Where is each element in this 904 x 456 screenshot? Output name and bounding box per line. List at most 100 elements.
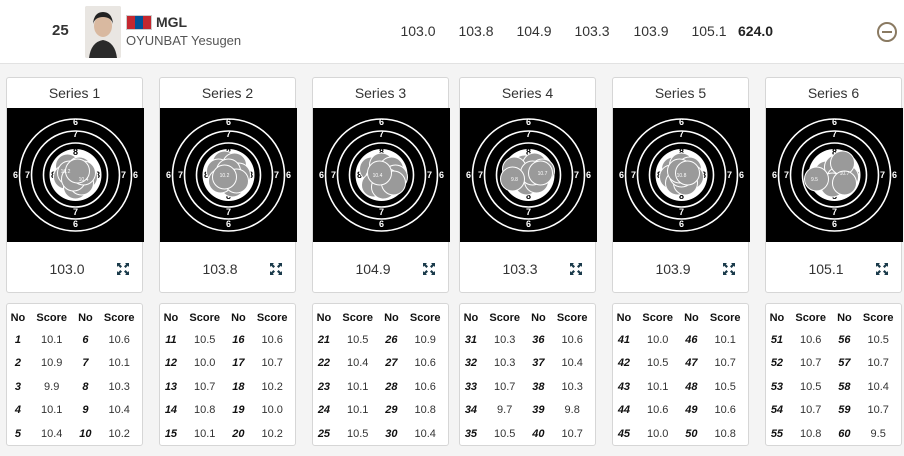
expand-arrows-icon[interactable] — [269, 262, 283, 276]
column-header-no: No — [684, 312, 699, 324]
shot-score: 10.2 — [261, 380, 283, 393]
shot-score: 10.1 — [40, 404, 63, 417]
column-header-score: Score — [103, 312, 135, 324]
shot-score: 10.5 — [714, 380, 736, 393]
shot-number: 56 — [838, 333, 851, 346]
minus-circle-icon[interactable] — [877, 22, 897, 42]
ring-label: 6 — [379, 117, 384, 127]
ring-label: 6 — [679, 219, 684, 229]
shot-score: 10.6 — [261, 333, 283, 346]
shot-score: 10.7 — [867, 404, 889, 417]
shot-score: 10.8 — [799, 427, 822, 440]
expand-arrows-icon[interactable] — [569, 262, 583, 276]
shot-score: 10.7 — [261, 357, 283, 370]
column-header-score: Score — [642, 312, 673, 324]
ring-label: 7 — [679, 207, 684, 217]
shot-score: 10.1 — [40, 333, 63, 346]
column-header-score: Score — [489, 312, 520, 324]
ring-label: 6 — [772, 170, 777, 180]
shot-number: 13 — [164, 380, 178, 393]
shot-number: 27 — [385, 357, 398, 370]
ring-label: 7 — [526, 129, 531, 139]
column-header-score: Score — [709, 312, 741, 324]
shot-score: 9.7 — [497, 404, 513, 417]
shot-score: 10.1 — [346, 380, 369, 393]
expand-arrows-icon[interactable] — [422, 262, 436, 276]
flag-stripe — [127, 16, 135, 29]
shots-table: No Score No Score 31 10.3 36 10.6 32 10.3 37 10.4 33… — [460, 304, 595, 446]
ring-label: 7 — [574, 170, 579, 180]
shot-score: 10.9 — [40, 357, 63, 370]
ring-label: 6 — [466, 170, 471, 180]
total-score: 624.0 — [738, 23, 774, 39]
ring-label: 6 — [439, 170, 444, 180]
shot-number: 6 — [82, 333, 89, 346]
target-container: 67676767888810.4 — [313, 108, 450, 242]
shot-score: 10.6 — [799, 333, 822, 346]
expand-arrows-icon[interactable] — [875, 262, 889, 276]
shot-score: 10.3 — [493, 357, 516, 370]
column-header-score: Score — [342, 312, 373, 324]
shot-hole-label: 9.8 — [511, 177, 518, 183]
shot-score: 10.2 — [108, 427, 130, 440]
shots-table-3: No Score No Score 21 10.5 26 10.9 22 10.4 27 10.6 23… — [312, 303, 449, 446]
shots-table-5: No Score No Score 41 10.0 46 10.1 42 10.5 47 10.7 43… — [612, 303, 749, 446]
shot-score: 10.5 — [646, 357, 669, 370]
table-row: 5 10.4 10 10.2 — [7, 422, 142, 446]
table-row: 22 10.4 27 10.6 — [313, 352, 448, 376]
ring-label: 6 — [892, 170, 897, 180]
table-row: 1 10.1 6 10.6 — [7, 328, 142, 352]
series-title: Series 4 — [501, 85, 554, 101]
table-row: 33 10.7 38 10.3 — [460, 375, 595, 399]
shot-score: 9.9 — [44, 380, 60, 393]
table-row: 24 10.1 29 10.8 — [313, 399, 448, 423]
ring-label: 7 — [727, 170, 732, 180]
target-container: 6767676788889.810.7 — [460, 108, 597, 242]
shot-hole-label: 9.5 — [811, 177, 818, 183]
shot-score: 10.4 — [346, 357, 369, 370]
column-header-score: Score — [795, 312, 826, 324]
ring-label: 6 — [286, 170, 291, 180]
expand-arrows-icon[interactable] — [116, 262, 130, 276]
shot-number: 57 — [838, 357, 851, 370]
shot-number: 45 — [617, 427, 631, 440]
shot-number: 37 — [532, 357, 545, 370]
table-row: 43 10.1 48 10.5 — [613, 375, 748, 399]
series-total: 104.9 — [355, 261, 391, 277]
series-score-4: 103.3 — [574, 23, 610, 39]
shot-number: 3 — [14, 380, 21, 393]
shot-number: 9 — [82, 404, 89, 417]
table-row: 34 9.7 39 9.8 — [460, 399, 595, 423]
series-title: Series 1 — [48, 85, 101, 101]
shot-number: 20 — [232, 427, 245, 440]
shot-number: 51 — [770, 333, 784, 346]
series-score-2: 103.8 — [458, 23, 494, 39]
target-face: 6767676788889.810.7 — [460, 108, 597, 242]
target-container: 67676767888810.8 — [613, 108, 750, 242]
column-header-no: No — [384, 312, 399, 324]
shot-number: 40 — [532, 427, 545, 440]
shot-hole-label: 10.8 — [677, 173, 687, 179]
shot-score: 9.8 — [564, 404, 580, 417]
shot-number: 14 — [164, 404, 178, 417]
series-card-5: Series 5 67676767888810.8 103.9 — [612, 77, 750, 293]
table-row: 51 10.6 56 10.5 — [766, 328, 901, 352]
series-score-6: 105.1 — [691, 23, 727, 39]
shot-number: 26 — [385, 333, 398, 346]
shot-number: 44 — [617, 404, 631, 417]
series-card-6: Series 66767676788889.510.7105.1 — [765, 77, 903, 293]
ring-label: 6 — [619, 170, 624, 180]
shot-number: 18 — [232, 380, 245, 393]
expand-arrows-icon[interactable] — [722, 262, 736, 276]
series-card-2: Series 2 67676767888810.2 103.8 — [159, 77, 297, 293]
table-row: 11 10.5 16 10.6 — [160, 328, 295, 352]
series-title: Series 6 — [807, 85, 860, 101]
shot-number: 55 — [770, 427, 784, 440]
shot-score: 10.0 — [646, 333, 669, 346]
series-score-5: 103.9 — [633, 23, 669, 39]
table-row: 55 10.8 60 9.5 — [766, 422, 901, 446]
series-total: 103.0 — [49, 261, 85, 277]
ring-label: 7 — [331, 170, 336, 180]
shot-number: 10 — [79, 427, 92, 440]
shot-number: 5 — [14, 427, 21, 440]
